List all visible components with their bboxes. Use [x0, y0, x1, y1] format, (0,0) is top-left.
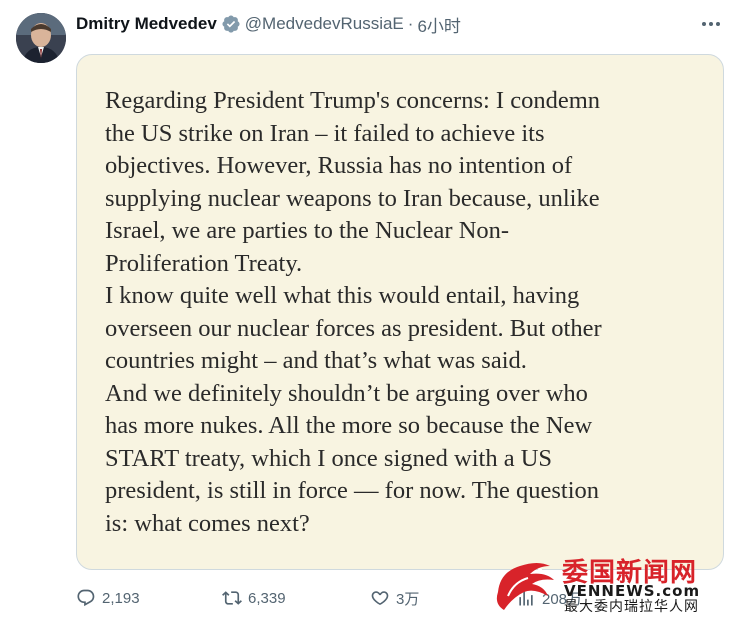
verified-badge-icon — [221, 14, 241, 34]
timestamp[interactable]: 6小时 — [417, 12, 460, 37]
reply-count: 2,193 — [102, 589, 140, 607]
reply-icon — [77, 589, 95, 607]
like-button[interactable]: 3万 — [370, 588, 419, 609]
statement-text: Regarding President Trump's concerns: I … — [105, 87, 602, 537]
post-header: Dmitry Medvedev @MedvedevRussiaE · 6小时 — [76, 12, 461, 36]
repost-count: 6,339 — [248, 589, 286, 607]
reply-button[interactable]: 2,193 — [76, 588, 140, 608]
separator-dot: · — [407, 14, 414, 33]
watermark-subtitle: 最大委内瑞拉华人网 — [564, 599, 699, 615]
statement-image-card[interactable]: Regarding President Trump's concerns: I … — [76, 54, 724, 570]
handle[interactable]: @MedvedevRussiaE — [245, 14, 404, 34]
repost-button[interactable]: 6,339 — [222, 588, 286, 608]
watermark-logo: 委国新闻网 VENNEWS.com 最大委内瑞拉华人网 — [490, 548, 730, 618]
dragon-logo-icon — [496, 563, 554, 610]
avatar[interactable] — [16, 13, 66, 63]
like-count: 3万 — [396, 590, 420, 608]
more-dots-icon[interactable] — [700, 14, 722, 34]
repost-icon — [222, 591, 242, 605]
display-name[interactable]: Dmitry Medvedev — [76, 14, 217, 34]
heart-icon — [371, 591, 389, 605]
